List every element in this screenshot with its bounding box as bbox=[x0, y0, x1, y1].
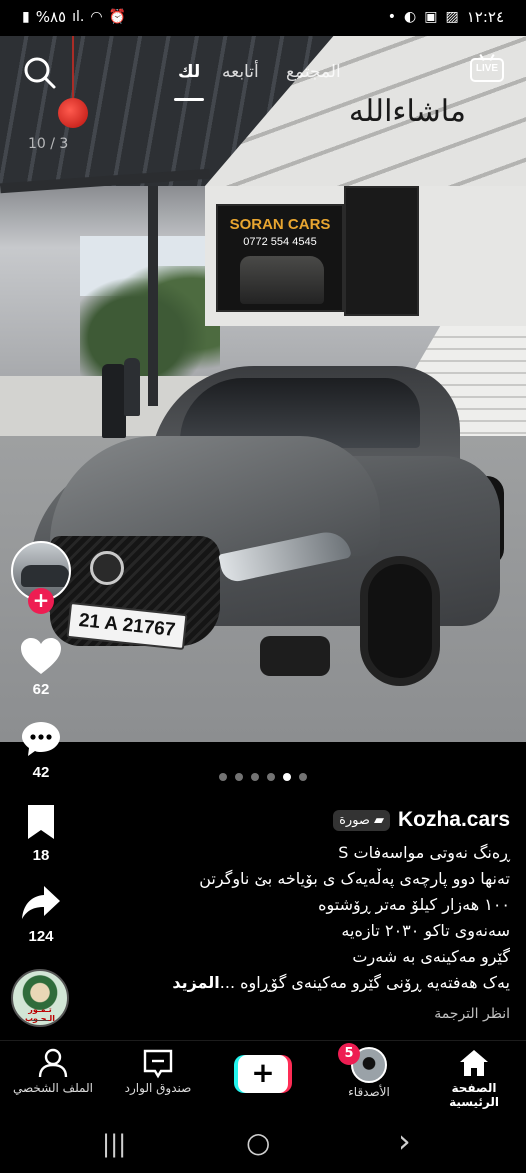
nav-home[interactable]: الصفحة الرئيسية bbox=[426, 1047, 522, 1109]
avatar-image bbox=[21, 565, 69, 587]
signal-icon: ıl. bbox=[72, 9, 85, 25]
car: 21 A 21767 bbox=[30, 366, 504, 686]
tab-following[interactable]: أتابعه bbox=[222, 62, 259, 82]
share-count: 124 bbox=[28, 928, 54, 945]
nav-inbox-label: صندوق الوارد bbox=[124, 1081, 192, 1095]
caption: Kozha.cars ▰ صورة ڕەنگ نەوتی مواسەفات S … bbox=[90, 808, 510, 1022]
nav-profile-label: الملف الشخصي bbox=[13, 1081, 93, 1095]
sign-title: SORAN CARS bbox=[229, 216, 331, 233]
alarm-icon: ⏰ bbox=[108, 9, 126, 25]
nav-friends[interactable]: الأصدقاء bbox=[334, 1085, 404, 1099]
home-icon bbox=[458, 1047, 490, 1079]
clock: ١٢:٢٤ bbox=[466, 8, 504, 26]
dot-icon: • bbox=[387, 9, 397, 25]
music-sublabel: ـــــــ bbox=[31, 1015, 49, 1023]
caption-line: گێرو مەکینەی بە شەرت bbox=[352, 947, 510, 966]
photo-counter: 10 / 3 bbox=[28, 136, 69, 152]
comment-button[interactable]: 42 bbox=[10, 720, 72, 781]
caption-line: سەنەوی تاکو ٢٠٣٠ تازەیە bbox=[341, 921, 510, 940]
share-icon bbox=[22, 886, 60, 919]
fire-alarm bbox=[58, 98, 88, 128]
author-row: Kozha.cars ▰ صورة bbox=[90, 808, 510, 832]
showroom-sign: SORAN CARS 0772 554 4545 bbox=[216, 204, 344, 312]
caption-line: ڕەنگ نەوتی مواسەفات S bbox=[338, 843, 510, 862]
photo-badge: ▰ صورة bbox=[333, 809, 390, 831]
photo-badge-label: صورة bbox=[339, 812, 370, 828]
friends-badge: 5 bbox=[338, 1043, 360, 1065]
carousel-dot[interactable] bbox=[251, 773, 259, 781]
battery-level: %٨٥ bbox=[35, 8, 67, 26]
live-icon: LIVE bbox=[470, 58, 504, 82]
carousel-dot-active[interactable] bbox=[283, 773, 291, 781]
caption-line-last: یەک هەفتەیە ڕۆنی گێرو مەکینەی گۆڕاوە ...… bbox=[90, 970, 510, 996]
battery-icon: ▮ bbox=[22, 9, 30, 25]
nav-home-label: الصفحة الرئيسية bbox=[449, 1081, 499, 1109]
home-circle-icon[interactable]: ○ bbox=[246, 1126, 270, 1159]
caption-line: ١٠٠ هەزار کیلۆ مەتر ڕۆشتوە bbox=[318, 895, 510, 914]
messenger-icon: ◐ bbox=[404, 9, 417, 25]
wifi-icon: ◠ bbox=[90, 9, 103, 25]
sign-phone: 0772 554 4545 bbox=[243, 236, 317, 248]
more-link[interactable]: المزيد bbox=[172, 973, 219, 992]
car-logo bbox=[90, 551, 124, 585]
like-count: 62 bbox=[32, 681, 50, 698]
like-button[interactable]: 62 bbox=[10, 637, 72, 698]
app-icon: ▣ bbox=[424, 9, 438, 25]
caption-line: تەنها دوو پارچەی پەڵەیەک ی بۆیاخە بێ ناو… bbox=[199, 869, 510, 888]
see-translation-link[interactable]: انظر الترجمة bbox=[90, 1006, 510, 1022]
save-count: 18 bbox=[32, 847, 50, 864]
caption-line: یەک هەفتەیە ڕۆنی گێرو مەکینەی گۆڕاوە ... bbox=[219, 973, 510, 992]
system-nav-bar: ||| ○ › bbox=[0, 1112, 526, 1173]
music-disc[interactable]: تـمـور الـحـوب ـــــــ bbox=[11, 969, 69, 1027]
active-tab-indicator bbox=[174, 98, 204, 101]
carousel-dot[interactable] bbox=[219, 773, 227, 781]
status-bar: ▮ %٨٥ ıl. ◠ ⏰ • ◐ ▣ ▨ ١٢:٢٤ bbox=[0, 0, 526, 36]
carousel-dot[interactable] bbox=[235, 773, 243, 781]
sign-car-image bbox=[240, 256, 324, 304]
tab-community[interactable]: المجتمع bbox=[286, 62, 341, 82]
top-tabs: المجتمع أتابعه لك bbox=[0, 52, 526, 102]
back-icon[interactable]: › bbox=[398, 1122, 411, 1160]
showroom-window bbox=[344, 186, 419, 316]
recents-icon[interactable]: ||| bbox=[102, 1130, 126, 1158]
create-button[interactable]: + bbox=[234, 1055, 292, 1093]
bottom-nav: الصفحة الرئيسية 5 الأصدقاء + صندوق الوار… bbox=[0, 1040, 526, 1112]
comment-icon bbox=[22, 722, 60, 756]
tab-for-you[interactable]: لك bbox=[178, 62, 200, 82]
live-label: LIVE bbox=[475, 63, 499, 74]
share-button[interactable]: 124 bbox=[10, 884, 72, 945]
nav-friends-label: الأصدقاء bbox=[348, 1085, 390, 1099]
front-wheel bbox=[360, 556, 440, 686]
nav-profile[interactable]: الملف الشخصي bbox=[8, 1047, 98, 1095]
follow-button[interactable]: + bbox=[28, 588, 54, 614]
gallery-icon: ▨ bbox=[445, 9, 459, 25]
fog-light bbox=[260, 636, 330, 676]
heart-icon bbox=[21, 638, 61, 674]
profile-icon bbox=[37, 1047, 69, 1079]
photo-badge-icon: ▰ bbox=[373, 812, 384, 828]
inbox-icon bbox=[142, 1047, 174, 1079]
carousel-dots bbox=[0, 773, 526, 785]
save-button[interactable]: 18 bbox=[10, 803, 72, 864]
caption-text[interactable]: ڕەنگ نەوتی مواسەفات S تەنها دوو پارچەی پ… bbox=[90, 840, 510, 996]
post-photo[interactable]: ماشاءالله SORAN CARS 0772 554 4545 21 A … bbox=[0, 36, 526, 742]
nav-inbox[interactable]: صندوق الوارد bbox=[116, 1047, 200, 1095]
bookmark-icon bbox=[28, 805, 54, 839]
carousel-dot[interactable] bbox=[299, 773, 307, 781]
live-button[interactable]: LIVE bbox=[470, 53, 506, 90]
username[interactable]: Kozha.cars bbox=[398, 808, 510, 832]
carousel-dot[interactable] bbox=[267, 773, 275, 781]
plus-icon: + bbox=[238, 1055, 288, 1093]
